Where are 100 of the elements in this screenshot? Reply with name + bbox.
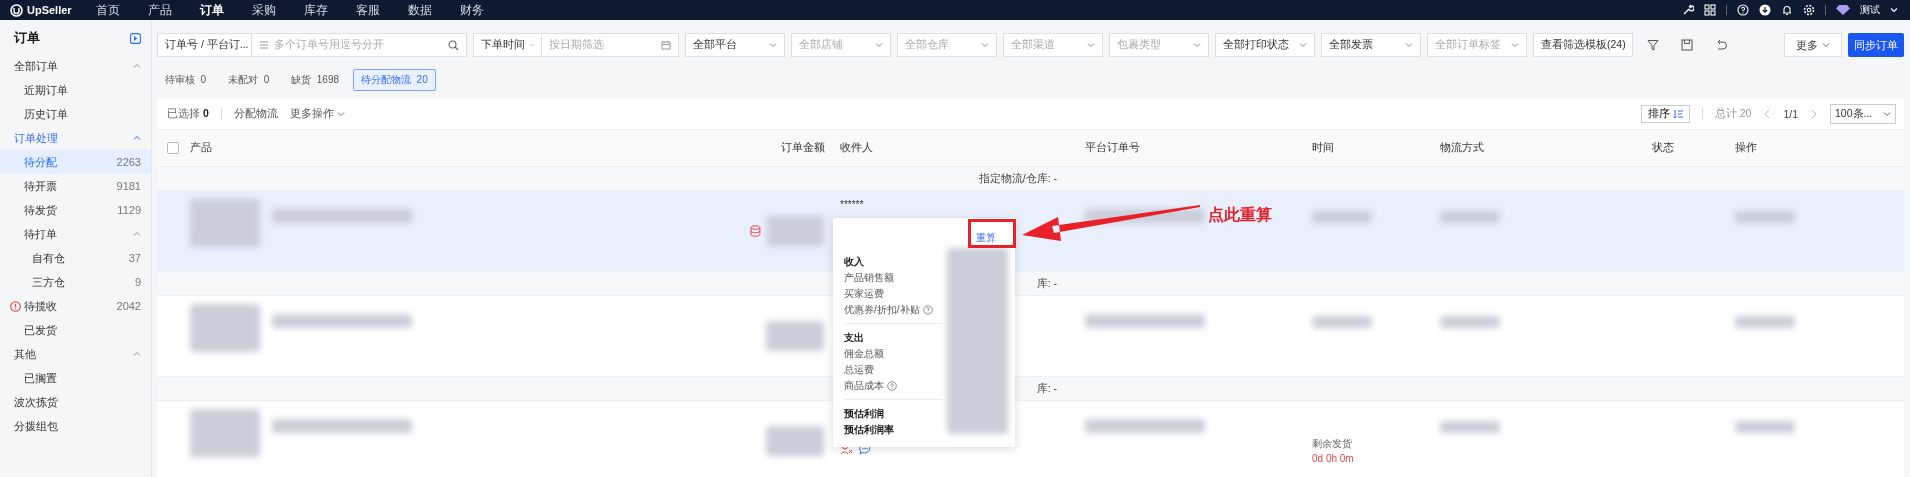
column-header: 状态 — [1652, 141, 1674, 153]
logistics-warehouse-label: 指定物流/仓库: - — [978, 171, 1057, 184]
column-header: 产品 — [190, 141, 212, 153]
cost-item-label: 商品成本 — [844, 379, 884, 393]
brand-name: UpSeller — [27, 4, 72, 16]
collapse-sidebar-icon[interactable] — [130, 32, 141, 44]
save-icon[interactable] — [1681, 39, 1693, 51]
nav-tab[interactable]: 财务 — [460, 1, 512, 19]
sidebar-item[interactable]: 待打单 — [0, 222, 151, 246]
section-title: 收入 — [844, 255, 865, 269]
blurred-content — [1312, 316, 1372, 328]
filter-dropdown[interactable]: 订单号 / 平台订... — [157, 33, 252, 57]
wrench-icon[interactable] — [1682, 4, 1694, 16]
caret-icon[interactable] — [1890, 6, 1898, 14]
sidebar-item[interactable]: 待开票 9181 — [0, 174, 151, 198]
status-tab[interactable]: 待分配物流 20 — [353, 69, 436, 91]
caret-icon — [1405, 41, 1413, 49]
sidebar-item[interactable]: 历史订单 — [0, 102, 151, 126]
sidebar-item[interactable]: 近期订单 — [0, 78, 151, 102]
page-size-dropdown[interactable]: 100条... — [1830, 104, 1896, 124]
timer-label: 剩余发货 — [1312, 437, 1353, 451]
recalculate-link[interactable]: 重算 — [976, 231, 996, 245]
nav-tab[interactable]: 产品 — [148, 1, 200, 19]
caret-icon — [1511, 41, 1519, 49]
sidebar-item[interactable]: 已搁置 — [0, 366, 151, 390]
bell-icon[interactable] — [1781, 4, 1793, 16]
page-indicator: 1/1 — [1783, 108, 1798, 120]
settings-icon[interactable] — [1803, 4, 1815, 16]
nav-tab[interactable]: 首页 — [96, 1, 148, 19]
blurred-content — [190, 409, 260, 457]
blurred-content — [766, 426, 824, 456]
total-count: 总计 20 — [1714, 107, 1752, 121]
status-tab[interactable]: 缺货 1698 — [283, 69, 348, 91]
nav-tab[interactable]: 库存 — [304, 1, 356, 19]
highlight-frame — [968, 219, 1016, 248]
filter-dropdown[interactable]: 查看筛选模板(24) — [1533, 33, 1633, 57]
filter-dropdown[interactable]: 全部打印状态 — [1215, 33, 1315, 57]
cost-item-label: 产品销售额 — [844, 271, 894, 285]
sidebar-item[interactable]: 已发货 — [0, 318, 151, 342]
caret-icon — [875, 41, 883, 49]
more-button[interactable]: 更多 — [1784, 33, 1842, 57]
download-icon[interactable] — [1759, 4, 1771, 16]
sidebar-item[interactable]: 自有仓 37 — [0, 246, 151, 270]
apps-grid-icon[interactable] — [1704, 4, 1716, 16]
column-header: 物流方式 — [1440, 141, 1484, 153]
nav-tab[interactable]: 客服 — [356, 1, 408, 19]
toolbar-action[interactable]: 更多操作 — [289, 107, 345, 121]
blurred-content — [766, 321, 824, 351]
sort-icon — [1672, 109, 1683, 119]
column-header: 订单金额 — [781, 141, 825, 153]
cost-item-label: 买家运费 — [844, 287, 884, 301]
sidebar-item[interactable]: 全部订单 — [0, 54, 151, 78]
annotation-text: 点此重算 — [1208, 205, 1272, 225]
nav-tab[interactable]: 采购 — [252, 1, 304, 19]
nav-tab[interactable]: 数据 — [408, 1, 460, 19]
cost-item-label: 优惠券/折扣/补贴 — [844, 303, 920, 317]
status-tab[interactable]: 未配对 0 — [220, 69, 278, 91]
cost-item-label: 总运费 — [844, 363, 874, 377]
undo-icon[interactable] — [1715, 39, 1727, 51]
filter-icon[interactable] — [1647, 39, 1659, 51]
recipient-name: ****** — [840, 199, 865, 210]
section-title: 支出 — [844, 331, 865, 345]
column-header: 平台订单号 — [1085, 141, 1140, 153]
caret-icon — [1821, 40, 1830, 49]
caret-icon — [769, 41, 777, 49]
selected-count: 已选择 0 — [167, 107, 209, 121]
caret-icon — [1087, 41, 1095, 49]
sidebar-item[interactable]: 波次拣货 — [0, 390, 151, 414]
filter-dropdown[interactable]: 下单时间 — [473, 33, 542, 57]
nav-tab[interactable]: 订单 — [200, 1, 252, 19]
user-name[interactable]: 测试 — [1860, 3, 1880, 17]
sort-button[interactable]: 排序 — [1640, 105, 1690, 123]
column-header: 收件人 — [840, 141, 873, 153]
blurred-content — [1312, 211, 1372, 223]
filter-dropdown[interactable]: 全部平台 — [685, 33, 785, 57]
sidebar-item[interactable]: 三方仓 9 — [0, 270, 151, 294]
caret-icon — [336, 110, 345, 118]
search-icon[interactable] — [448, 39, 459, 51]
sidebar-item[interactable]: 待分配 2263 — [0, 150, 151, 174]
logistics-warehouse-label: 库: - — [1036, 276, 1057, 289]
blurred-content — [1735, 421, 1795, 433]
blurred-content — [1735, 316, 1795, 328]
caret-icon — [1883, 110, 1891, 118]
remaining-time: 0d 0h 0m — [1312, 453, 1355, 464]
blurred-content — [1440, 316, 1500, 328]
calendar-icon — [661, 40, 671, 50]
select-all-checkbox[interactable] — [166, 142, 179, 154]
toolbar-action[interactable]: 分配物流 — [233, 107, 278, 121]
caret-icon — [1299, 41, 1307, 49]
blurred-content — [766, 216, 824, 246]
sync-orders-button[interactable]: 同步订单 — [1848, 33, 1904, 57]
sidebar-item[interactable]: 待发货 1129 — [0, 198, 151, 222]
status-tab[interactable]: 待审核 0 — [157, 69, 215, 91]
blurred-content — [1735, 211, 1795, 223]
filter-dropdown[interactable]: 全部发票 — [1321, 33, 1421, 57]
sidebar-item[interactable]: 订单处理 — [0, 126, 151, 150]
sidebar-item[interactable]: 分拨组包 — [0, 414, 151, 438]
blurred-content — [1440, 211, 1500, 223]
sidebar-item[interactable]: 待揽收 2042 — [0, 294, 151, 318]
sidebar-item[interactable]: 其他 — [0, 342, 151, 366]
